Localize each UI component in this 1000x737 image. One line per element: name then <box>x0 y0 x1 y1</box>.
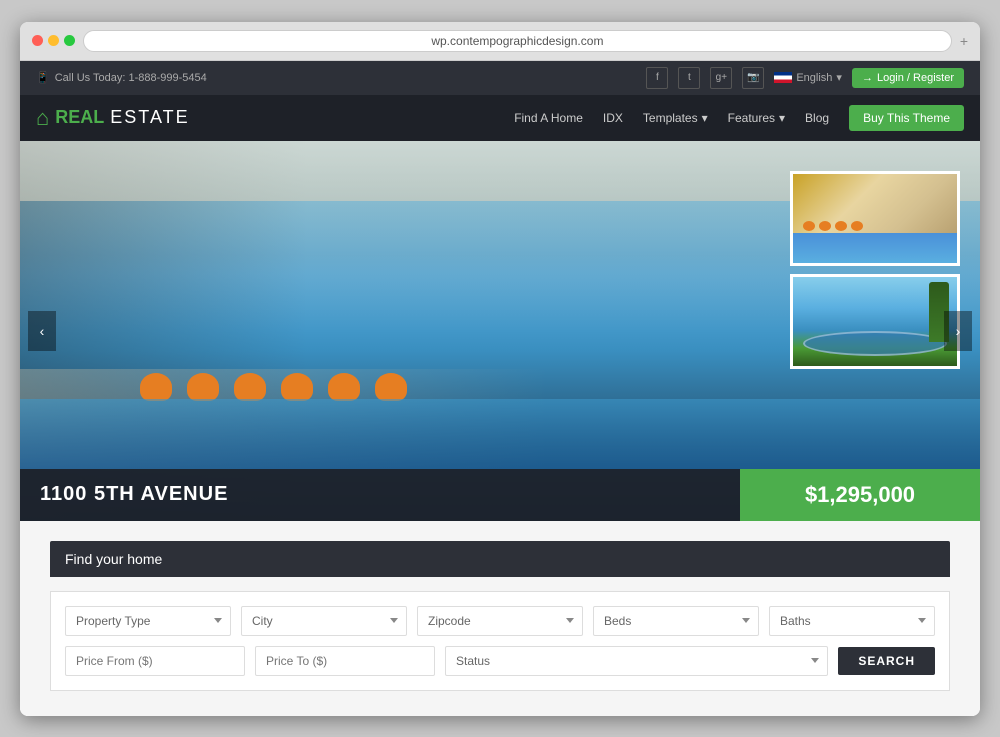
facebook-icon[interactable]: f <box>646 67 668 89</box>
pool-water <box>20 399 980 469</box>
website-content: 📱 Call Us Today: 1-888-999-5454 f t g+ 📷… <box>20 61 980 716</box>
buy-theme-button[interactable]: Buy This Theme <box>849 105 964 131</box>
thumb-1-pool <box>793 236 957 263</box>
language-label: English <box>796 72 832 84</box>
status-select[interactable]: Status <box>445 646 828 676</box>
baths-select[interactable]: Baths <box>769 606 935 636</box>
logo-estate: ESTATE <box>110 107 189 128</box>
thumb-chair-4 <box>851 221 863 231</box>
home-icon: ⌂ <box>36 105 49 131</box>
google-plus-icon[interactable]: g+ <box>710 67 732 89</box>
nav-links: Find A Home IDX Templates ▾ Features ▾ B… <box>514 105 964 131</box>
minimize-button[interactable] <box>48 35 59 46</box>
flag-icon <box>774 72 792 83</box>
search-row-filters: Status SEARCH <box>65 646 935 676</box>
search-button[interactable]: SEARCH <box>838 647 935 675</box>
nav-features[interactable]: Features ▾ <box>728 111 785 125</box>
property-type-select[interactable]: Property Type <box>65 606 231 636</box>
traffic-lights <box>32 35 75 46</box>
nav-templates[interactable]: Templates ▾ <box>643 111 708 125</box>
price-from-input[interactable] <box>65 646 245 676</box>
top-bar: 📱 Call Us Today: 1-888-999-5454 f t g+ 📷… <box>20 61 980 95</box>
price-banner: 1100 5TH AVENUE $1,295,000 <box>20 469 980 521</box>
property-address: 1100 5TH AVENUE <box>20 469 740 521</box>
maximize-button[interactable] <box>64 35 75 46</box>
zipcode-select[interactable]: Zipcode <box>417 606 583 636</box>
browser-add-tab[interactable]: + <box>960 33 968 49</box>
chair-1 <box>140 373 172 401</box>
city-select[interactable]: City <box>241 606 407 636</box>
nav-find-home[interactable]: Find A Home <box>514 111 583 125</box>
price-to-input[interactable] <box>255 646 435 676</box>
main-nav: ⌂ REAL ESTATE Find A Home IDX Templates ▾… <box>20 95 980 141</box>
browser-chrome: wp.contempographicdesign.com + <box>20 22 980 61</box>
close-button[interactable] <box>32 35 43 46</box>
chair-row <box>140 373 407 401</box>
search-row-dropdowns: Property Type City Zipcode Beds Baths <box>65 606 935 636</box>
login-button[interactable]: → Login / Register <box>852 68 964 88</box>
chair-3 <box>234 373 266 401</box>
chair-2 <box>187 373 219 401</box>
thumbnail-2[interactable] <box>790 274 960 369</box>
phone-number: Call Us Today: 1-888-999-5454 <box>55 72 207 84</box>
chevron-down-icon: ▾ <box>779 111 785 125</box>
browser-window: wp.contempographicdesign.com + 📱 Call Us… <box>20 22 980 716</box>
slider-prev-button[interactable]: ‹ <box>28 311 56 351</box>
thumb-2-pool <box>803 331 947 356</box>
property-price: $1,295,000 <box>740 469 980 521</box>
hero-thumbnails <box>790 171 960 369</box>
top-bar-right: f t g+ 📷 English ▾ → Login / Register <box>646 67 964 89</box>
chair-5 <box>328 373 360 401</box>
instagram-icon[interactable]: 📷 <box>742 67 764 89</box>
chevron-down-icon: ▾ <box>836 71 842 84</box>
language-selector[interactable]: English ▾ <box>774 71 842 84</box>
search-section: Find your home Property Type City Zipcod… <box>20 521 980 716</box>
hero-slider: ‹ › 1100 5TH AVENUE $1,295,000 <box>20 141 980 521</box>
search-form: Property Type City Zipcode Beds Baths <box>50 591 950 691</box>
logo-real: REAL <box>55 107 104 128</box>
chair-4 <box>281 373 313 401</box>
chair-6 <box>375 373 407 401</box>
url-bar[interactable]: wp.contempographicdesign.com <box>83 30 952 52</box>
slider-next-button[interactable]: › <box>944 311 972 351</box>
thumb-chair-1 <box>803 221 815 231</box>
logo[interactable]: ⌂ REAL ESTATE <box>36 105 190 131</box>
thumb-chairs <box>803 221 863 231</box>
nav-blog[interactable]: Blog <box>805 111 829 125</box>
phone-icon: 📱 <box>36 71 50 84</box>
twitter-icon[interactable]: t <box>678 67 700 89</box>
top-bar-left: 📱 Call Us Today: 1-888-999-5454 <box>36 71 207 84</box>
thumb-chair-2 <box>819 221 831 231</box>
chevron-down-icon: ▾ <box>702 111 708 125</box>
search-header: Find your home <box>50 541 950 577</box>
thumbnail-1[interactable] <box>790 171 960 266</box>
beds-select[interactable]: Beds <box>593 606 759 636</box>
login-icon: → <box>862 72 873 84</box>
thumb-chair-3 <box>835 221 847 231</box>
nav-idx[interactable]: IDX <box>603 111 623 125</box>
